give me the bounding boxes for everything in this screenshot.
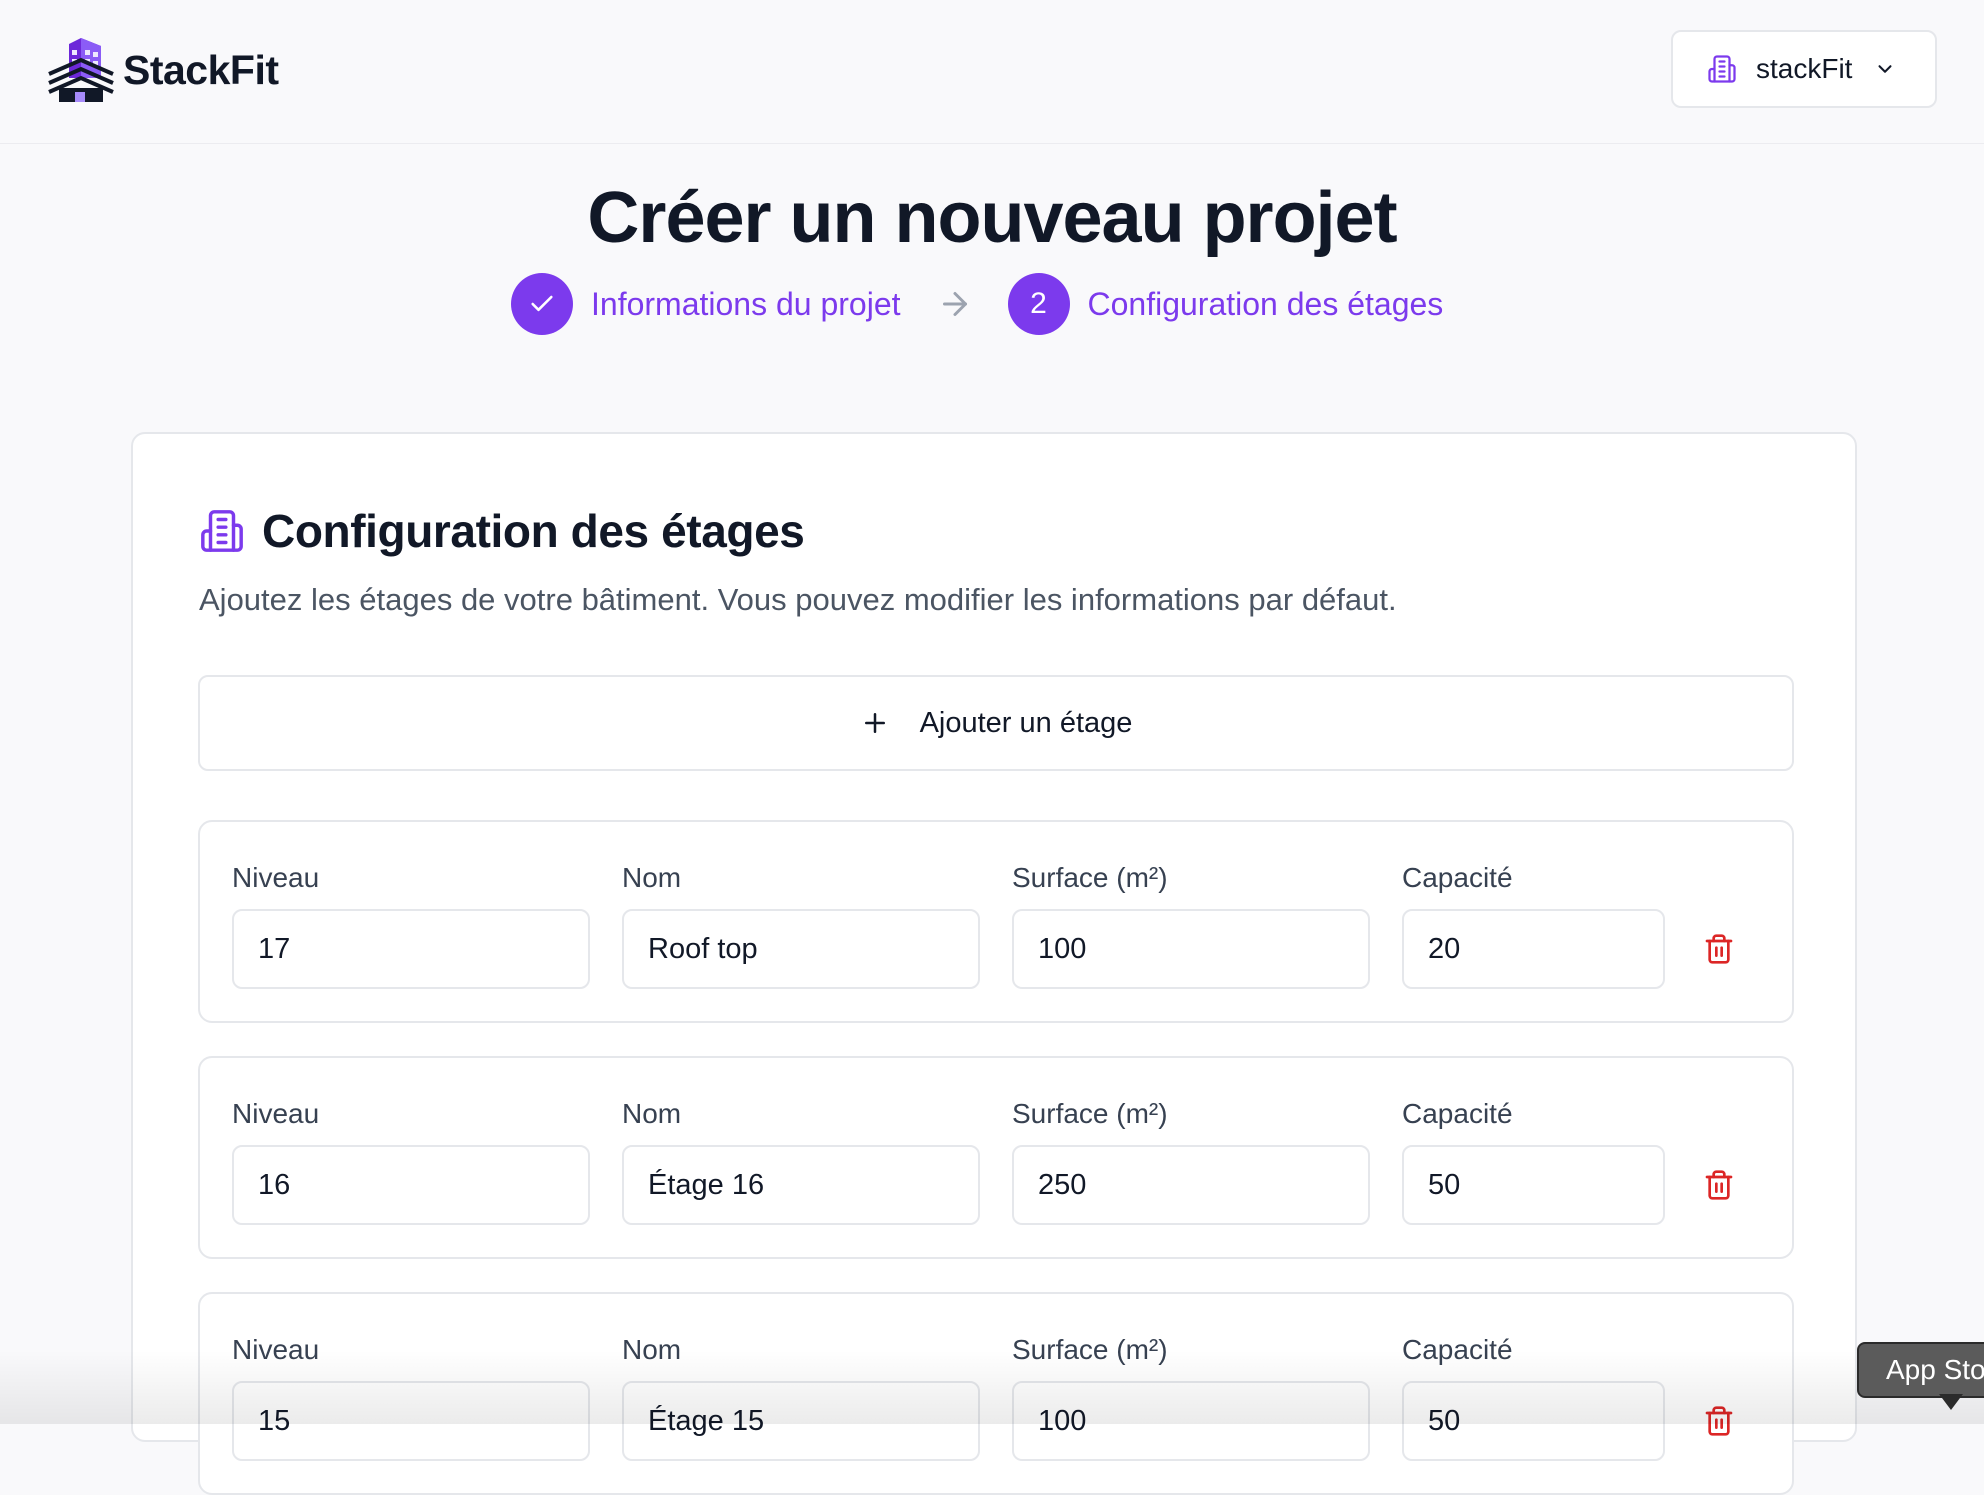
capacity-input[interactable] [1402,909,1665,989]
step-2-marker: 2 [1007,273,1070,335]
trash-icon [1705,934,1733,964]
surface-label: Surface (m²) [1012,862,1168,893]
level-label: Niveau [232,862,320,893]
capacity-input[interactable] [1402,1381,1665,1461]
building-icon [201,510,243,552]
level-input[interactable] [232,909,590,989]
page-title: Créer un nouveau projet [587,178,1397,258]
organization-switcher[interactable]: stackFit [1671,30,1937,108]
level-label: Niveau [232,1334,320,1365]
floor-row: Niveau Nom Surface (m²) Capacité [198,1292,1794,1495]
building-logo-icon [48,38,114,102]
floor-row: Niveau Nom Surface (m²) Capacité [198,1056,1794,1259]
surface-input[interactable] [1012,1145,1370,1225]
capacity-label: Capacité [1402,862,1513,893]
top-bar: StackFit stackFit [0,0,1984,144]
brand-name: StackFit [123,46,279,93]
arrow-right-icon [942,292,967,316]
surface-label: Surface (m²) [1012,1098,1168,1129]
dock-tooltip: App Sto [1857,1342,1984,1398]
trash-icon [1705,1170,1733,1200]
capacity-label: Capacité [1402,1334,1513,1365]
name-label: Nom [622,1098,682,1129]
step-2-number: 2 [1030,287,1047,320]
name-input[interactable] [622,909,980,989]
dock-tooltip-pointer [1939,1394,1963,1410]
building-icon [1708,55,1736,83]
card-subtitle: Ajoutez les étages de votre bâtiment. Vo… [199,582,1397,617]
trash-icon [1705,1406,1733,1436]
capacity-input[interactable] [1402,1145,1665,1225]
organization-name: stackFit [1756,53,1853,84]
level-label: Niveau [232,1098,320,1129]
brand[interactable]: StackFit [47,36,279,104]
plus-icon [864,713,885,733]
chevron-down-icon [1878,65,1892,73]
level-input[interactable] [232,1145,590,1225]
step-1-label: Informations du projet [591,285,901,322]
level-input[interactable] [232,1381,590,1461]
name-input[interactable] [622,1381,980,1461]
add-floor-label: Ajouter un étage [919,706,1133,739]
floors-configuration-card: Configuration des étages Ajoutez les éta… [131,432,1857,1495]
floor-row: Niveau Nom Surface (m²) Capacité [198,820,1794,1023]
delete-floor-button[interactable] [1702,932,1736,966]
name-label: Nom [622,1334,682,1365]
step-2-label: Configuration des étages [1087,285,1444,322]
check-icon [531,295,553,312]
add-floor-button[interactable]: Ajouter un étage [198,675,1794,771]
surface-input[interactable] [1012,1381,1370,1461]
surface-input[interactable] [1012,909,1370,989]
name-input[interactable] [622,1145,980,1225]
delete-floor-button[interactable] [1702,1168,1736,1202]
stepper: Informations du projet 2 Configuration d… [511,273,1443,335]
capacity-label: Capacité [1402,1098,1513,1129]
step-1-completed-marker [511,273,573,335]
surface-label: Surface (m²) [1012,1334,1168,1365]
card-title: Configuration des étages [262,505,805,557]
name-label: Nom [622,862,682,893]
delete-floor-button[interactable] [1702,1404,1736,1438]
card-header: Configuration des étages [199,504,805,558]
